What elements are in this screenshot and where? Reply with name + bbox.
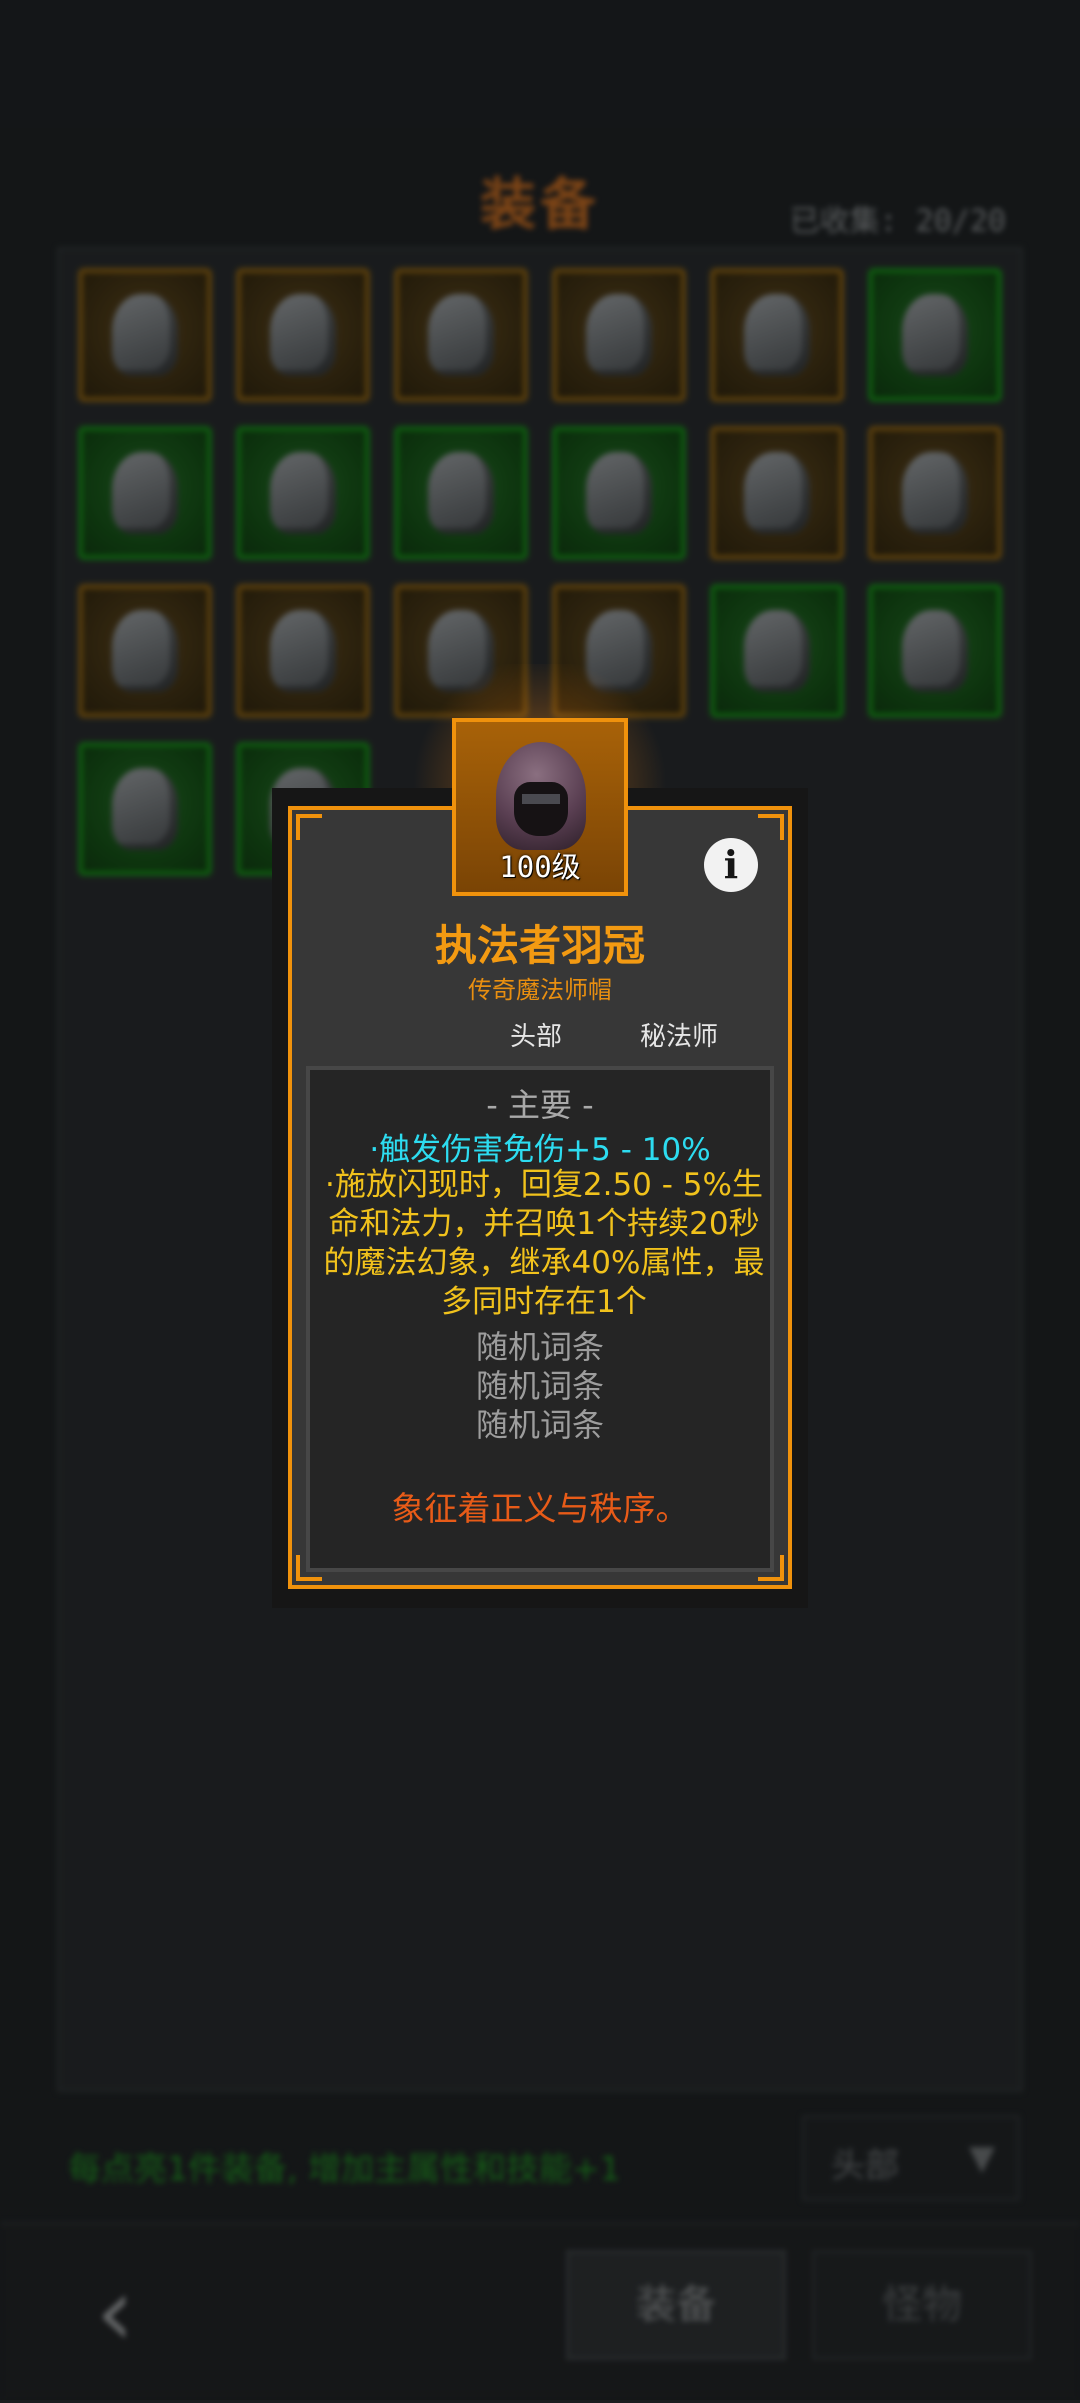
equipment-slot[interactable] [552,426,686,560]
red-mask-icon [428,294,494,376]
item-class: 秘法师 [640,1022,719,1052]
equipment-slot[interactable] [236,584,370,718]
bonus-hint-text: 每点亮1件装备, 增加主属性和技能+1 [68,2149,621,2188]
knight-helm-icon [112,294,178,376]
bronze-helm-icon [112,452,178,534]
item-slot: 头部 [510,1022,563,1052]
item-name: 执法者羽冠 [434,921,645,970]
collected-counter: 已收集: 20/20 [789,204,1006,239]
equipment-slot[interactable] [78,426,212,560]
hood-visor [522,794,560,804]
triangle-down-icon: ▼ [968,2138,995,2178]
equipment-slot[interactable] [394,584,528,718]
frame-corner [758,814,784,840]
equipment-slot[interactable] [710,584,844,718]
item-level: 100级 [499,850,581,884]
stats-section-header: - 主要 - [486,1086,594,1124]
red-hood-helm-icon [112,768,178,850]
info-icon[interactable]: i [704,838,758,892]
red-hood-icon [902,452,968,534]
frame-corner [296,814,322,840]
item-lore: 象征着正义与秩序。 [391,1489,689,1528]
stat-line-primary: ·触发伤害免伤+5 - 10% [369,1132,711,1168]
equipment-slot[interactable] [78,268,212,402]
tab-monsters[interactable]: 怪物 [812,2250,1032,2360]
random-affix: 随机词条 [475,1406,604,1444]
equipment-slot[interactable] [552,268,686,402]
equipment-slot[interactable] [236,426,370,560]
equipment-slot[interactable] [394,426,528,560]
chevron-left-icon: ‹ [95,2256,135,2368]
equipment-slot[interactable] [868,426,1002,560]
gold-helm-icon [586,294,652,376]
back-button[interactable]: ‹ [70,2262,160,2362]
blue-hood-icon [428,452,494,534]
steel-hood-icon [270,610,336,692]
cone-hat-icon [902,294,968,376]
tab-equipment[interactable]: 装备 [566,2250,786,2360]
visor-helm-icon [428,610,494,692]
equipment-slot[interactable] [710,426,844,560]
blue-cap-icon [586,452,652,534]
slot-filter-value: 头部 [831,2146,899,2186]
stats-box: - 主要 - ·触发伤害免伤+5 - 10% ·施放闪现时，回复2.50 - 5… [306,1066,774,1572]
equipment-slot[interactable] [710,268,844,402]
dark-helm-icon [112,610,178,692]
red-cap-icon [744,294,810,376]
equipment-slot[interactable] [394,268,528,402]
horned-helm-icon [270,452,336,534]
black-helm-icon [586,610,652,692]
purple-hat-icon [744,452,810,534]
equipment-slot[interactable] [78,584,212,718]
equipment-slot[interactable] [78,742,212,876]
equipment-slot[interactable] [868,268,1002,402]
samurai-helm-icon [270,294,336,376]
equipment-slot[interactable] [552,584,686,718]
item-rarity-type: 传奇魔法师帽 [468,976,612,1004]
blue-crest-helm-icon [902,610,968,692]
slot-filter-dropdown[interactable]: 头部 ▼ [802,2115,1020,2201]
equipment-slot[interactable] [236,268,370,402]
hooded-helm-icon [496,742,586,850]
stat-line-secondary: ·施放闪现时，回复2.50 - 5%生命和法力，并召唤1个持续20秒的魔法幻象，… [323,1167,765,1320]
item-portrait: 100级 [452,718,628,896]
equipment-slot[interactable] [868,584,1002,718]
bat-wing-icon [744,610,810,692]
hood-face [514,782,568,836]
